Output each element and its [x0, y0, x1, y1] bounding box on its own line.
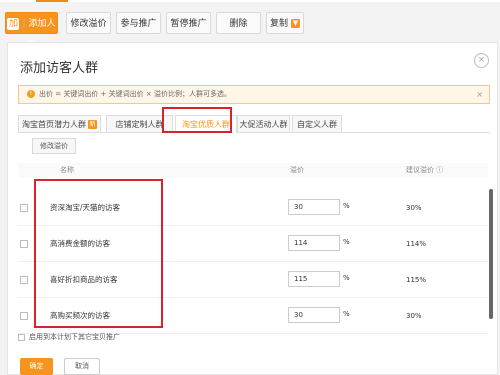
bid-input[interactable]: 114: [288, 235, 340, 251]
percent-unit: %: [343, 310, 350, 318]
suggested-premium: 114%: [406, 240, 427, 248]
tab-highlight-box: [162, 107, 232, 133]
vertical-scrollbar[interactable]: [489, 189, 493, 319]
row-checkbox[interactable]: [20, 204, 28, 212]
join-promotion-button[interactable]: 参与推广: [116, 12, 161, 34]
tab-custom-crowd[interactable]: 自定义人群: [292, 115, 342, 132]
tab-promo-event[interactable]: 大促活动人群: [237, 115, 290, 132]
bid-input[interactable]: 115: [288, 271, 340, 287]
add-visitor-crowd-dialog: 添加访客人群 × ! 出价 = 关键词出价 + 关键词出价 × 溢价比例；人群可多…: [7, 42, 498, 375]
pause-promotion-button[interactable]: 暂停推广: [166, 12, 211, 34]
header-bid: 溢价: [290, 166, 304, 174]
dialog-title: 添加访客人群: [20, 61, 99, 76]
alert-text: 出价 = 关键词出价 + 关键词出价 × 溢价比例；人群可多选。: [39, 90, 231, 98]
confirm-button[interactable]: 确定: [20, 358, 53, 375]
batch-modify-premium-button[interactable]: 修改溢价: [32, 138, 76, 154]
percent-unit: %: [343, 274, 350, 282]
apply-checkbox[interactable]: [18, 333, 25, 341]
modify-premium-button[interactable]: 修改溢价: [66, 12, 111, 34]
row-checkbox[interactable]: [20, 312, 28, 320]
bid-input[interactable]: 30: [288, 307, 340, 323]
info-icon: !: [27, 90, 35, 98]
info-alert: ! 出价 = 关键词出价 + 关键词出价 × 溢价比例；人群可多选。 ×: [18, 85, 490, 104]
active-indicator: [36, 0, 68, 2]
crowd-tabs: 淘宝首页潜力人群新 店铺定制人群 淘宝优质人群 大促活动人群 自定义人群: [18, 115, 490, 133]
apply-to-other-items[interactable]: 启用到本计划下其它宝贝推广: [18, 332, 120, 342]
suggested-premium: 30%: [406, 204, 422, 212]
bid-input[interactable]: 30: [288, 199, 340, 215]
copy-button[interactable]: 复制 ▼: [266, 12, 304, 34]
cancel-button[interactable]: 取消: [64, 358, 100, 375]
percent-unit: %: [343, 238, 350, 246]
add-crowd-button[interactable]: 加|添加人群: [5, 12, 58, 51]
new-badge: 新: [88, 120, 97, 129]
row-checkbox[interactable]: [20, 240, 28, 248]
tab-label: 淘宝首页潜力人群: [22, 120, 86, 129]
separator: |: [22, 19, 26, 29]
table-header: 名称 溢价 建议溢价 ⓘ: [18, 163, 488, 178]
top-border: [0, 0, 500, 2]
header-name: 名称: [60, 166, 74, 174]
percent-unit: %: [343, 202, 350, 210]
apply-label: 启用到本计划下其它宝贝推广: [29, 333, 120, 341]
header-suggest: 建议溢价 ⓘ: [406, 166, 444, 174]
alert-close-icon[interactable]: ×: [476, 86, 483, 103]
row-checkbox[interactable]: [20, 276, 28, 284]
suggested-premium: 115%: [406, 276, 427, 284]
plus-icon: 加: [7, 17, 20, 30]
suggested-premium: 30%: [406, 312, 422, 320]
toolbar: 加|添加人群 修改溢价 参与推广 暂停推广 删除 复制▼: [0, 12, 500, 51]
tab-homepage-potential[interactable]: 淘宝首页潜力人群新: [18, 115, 101, 132]
rows-highlight-box: [34, 179, 163, 328]
delete-button[interactable]: 删除: [216, 12, 261, 34]
chevron-down-icon: ▼: [291, 19, 300, 28]
close-circle-icon[interactable]: ×: [474, 53, 489, 68]
copy-label: 复制: [269, 19, 288, 29]
